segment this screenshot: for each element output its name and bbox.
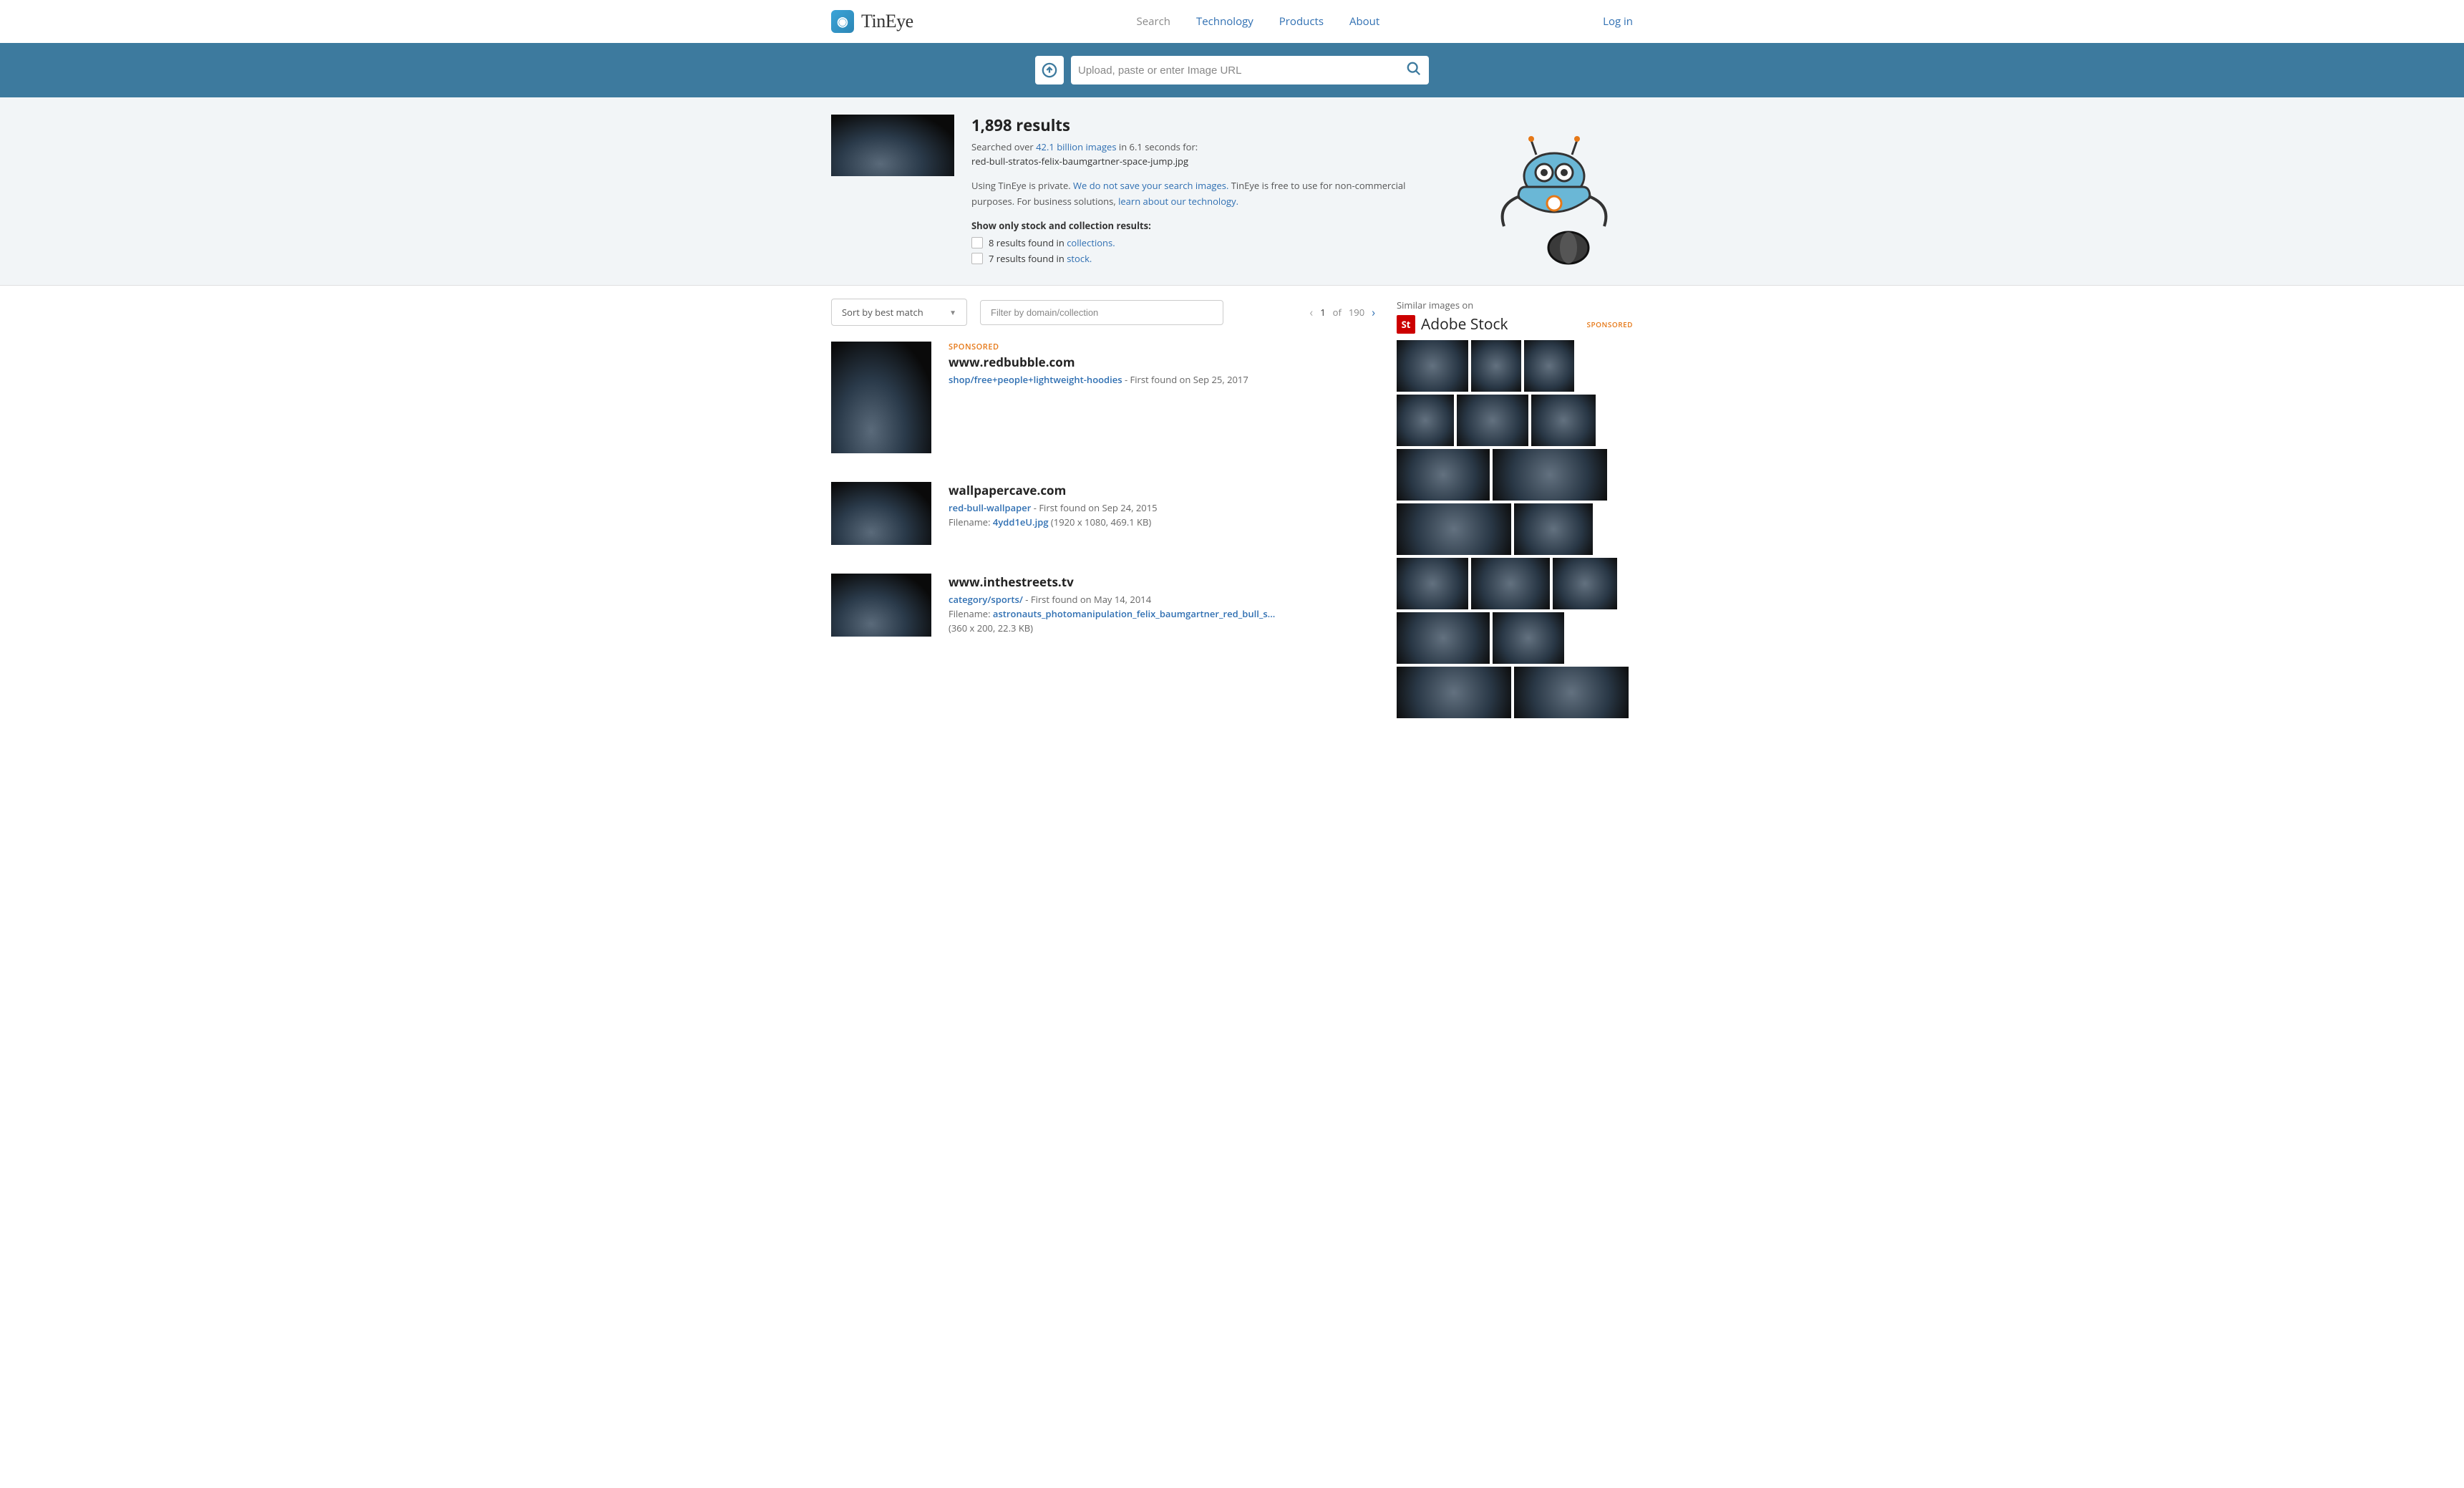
result-row: SPONSORED www.redbubble.com shop/free+peop… (831, 342, 1375, 453)
searched-line: Searched over 42.1 billion images in 6.1… (971, 139, 1415, 155)
collections-link[interactable]: collections. (1067, 236, 1115, 249)
result-row: wallpapercave.com red-bull-wallpaper - Fi… (831, 482, 1375, 545)
result-sponsored-tag: SPONSORED (949, 342, 1248, 352)
result-info: SPONSORED www.redbubble.com shop/free+peop… (949, 342, 1248, 453)
search-input[interactable] (1078, 64, 1406, 77)
stock-link[interactable]: stock. (1067, 252, 1092, 265)
similar-thumb[interactable] (1397, 503, 1511, 555)
similar-thumb[interactable] (1514, 667, 1629, 718)
chevron-down-icon: ▼ (949, 307, 956, 317)
upload-button[interactable] (1035, 56, 1064, 84)
pager-total: 190 (1349, 306, 1364, 319)
query-filename: red-bull-stratos-felix-baumgartner-space… (971, 155, 1415, 168)
login-link[interactable]: Log in (1603, 14, 1633, 29)
results-area: Sort by best match ▼ ‹ 1 of 190 › SPONSO… (802, 286, 1662, 747)
mascot-robot (1475, 119, 1633, 276)
result-domain[interactable]: wallpapercave.com (949, 482, 1158, 498)
result-domain[interactable]: www.redbubble.com (949, 354, 1248, 370)
adobe-stock-text: Adobe Stock (1421, 314, 1508, 334)
nav-technology[interactable]: Technology (1196, 14, 1253, 29)
domain-filter-input[interactable] (980, 300, 1223, 325)
privacy-link-nosave[interactable]: We do not save your search images. (1073, 179, 1228, 192)
summary-panel: 1,898 results Searched over 42.1 billion… (0, 97, 2464, 286)
similar-sidebar: Similar images on St Adobe Stock SPONSOR… (1397, 299, 1633, 718)
main-nav: Search Technology Products About (1137, 14, 1380, 29)
result-info: wallpapercave.com red-bull-wallpaper - Fi… (949, 482, 1158, 545)
similar-thumb[interactable] (1553, 558, 1617, 609)
similar-thumb[interactable] (1457, 395, 1528, 446)
search-input-wrap (1071, 56, 1429, 84)
results-heading: 1,898 results (971, 115, 1415, 136)
sort-dropdown[interactable]: Sort by best match ▼ (831, 299, 967, 326)
result-path-link[interactable]: shop/free+people+lightweight-hoodies (949, 373, 1122, 386)
pager-next[interactable]: › (1372, 304, 1375, 320)
upload-icon (1042, 62, 1057, 78)
result-dimensions: (360 x 200, 22.3 KB) (949, 622, 1033, 634)
pager: ‹ 1 of 190 › (1309, 304, 1375, 320)
filter-stock-checkbox[interactable] (971, 253, 983, 264)
similar-thumb[interactable] (1531, 395, 1596, 446)
filter-collections-checkbox[interactable] (971, 237, 983, 248)
logo[interactable]: ◉ TinEye (831, 10, 913, 33)
result-thumb[interactable] (831, 482, 931, 545)
similar-thumb[interactable] (1471, 340, 1521, 392)
similar-thumb[interactable] (1471, 558, 1550, 609)
pager-current: 1 (1320, 306, 1325, 319)
nav-about[interactable]: About (1349, 14, 1379, 29)
search-submit[interactable] (1406, 61, 1422, 80)
result-filename-line: Filename: astronauts_photomanipulation_f… (949, 607, 1275, 620)
adobe-stock-badge-icon: St (1397, 315, 1415, 334)
pager-of: of (1333, 306, 1342, 319)
similar-thumb[interactable] (1524, 340, 1574, 392)
filter-stock[interactable]: 7 results found in stock. (971, 252, 1415, 265)
result-path-link[interactable]: red-bull-wallpaper (949, 501, 1031, 514)
logo-icon: ◉ (831, 10, 854, 33)
result-info: www.inthestreets.tv category/sports/ - Fi… (949, 574, 1275, 637)
privacy-link-tech[interactable]: learn about our technology. (1118, 195, 1238, 208)
nav-products[interactable]: Products (1279, 14, 1324, 29)
result-domain[interactable]: www.inthestreets.tv (949, 574, 1275, 590)
filters-title: Show only stock and collection results: (971, 219, 1415, 232)
filter-collections[interactable]: 8 results found in collections. (971, 236, 1415, 249)
similar-thumb[interactable] (1397, 340, 1468, 392)
index-size-link[interactable]: 42.1 billion images (1036, 140, 1116, 153)
top-header: ◉ TinEye Search Technology Products Abou… (802, 0, 1662, 43)
similar-thumb[interactable] (1397, 558, 1468, 609)
similar-thumb[interactable] (1493, 449, 1607, 501)
logo-text: TinEye (861, 11, 913, 32)
similar-label: Similar images on (1397, 299, 1633, 311)
similar-thumb[interactable] (1397, 449, 1490, 501)
results-list: SPONSORED www.redbubble.com shop/free+peop… (831, 342, 1375, 637)
result-filename-link[interactable]: 4ydd1eU.jpg (993, 516, 1049, 528)
result-filename-link[interactable]: astronauts_photomanipulation_felix_baumg… (993, 607, 1275, 620)
result-thumb[interactable] (831, 342, 931, 453)
result-thumb[interactable] (831, 574, 931, 637)
similar-thumb[interactable] (1514, 503, 1593, 555)
result-row: www.inthestreets.tv category/sports/ - Fi… (831, 574, 1375, 637)
similar-thumb-grid (1397, 340, 1633, 718)
sidebar-sponsored-tag: SPONSORED (1586, 319, 1633, 329)
result-path-link[interactable]: category/sports/ (949, 593, 1023, 606)
result-path-line: shop/free+people+lightweight-hoodies - F… (949, 373, 1248, 386)
similar-thumb[interactable] (1397, 667, 1511, 718)
query-image-thumb[interactable] (831, 115, 954, 176)
pager-prev[interactable]: ‹ (1309, 304, 1313, 320)
result-filename-line: Filename: 4ydd1eU.jpg (1920 x 1080, 469.… (949, 516, 1158, 528)
search-icon (1406, 61, 1422, 77)
search-strip (0, 43, 2464, 97)
privacy-notice: Using TinEye is private. We do not save … (971, 178, 1415, 209)
results-controls: Sort by best match ▼ ‹ 1 of 190 › (831, 299, 1375, 326)
nav-search[interactable]: Search (1137, 14, 1171, 29)
similar-thumb[interactable] (1493, 612, 1564, 664)
result-first-found: - First found on Sep 25, 2017 (1122, 373, 1248, 386)
result-path-line: red-bull-wallpaper - First found on Sep … (949, 501, 1158, 514)
similar-thumb[interactable] (1397, 612, 1490, 664)
sort-label: Sort by best match (842, 306, 923, 319)
result-first-found: - First found on May 14, 2014 (1023, 593, 1151, 606)
result-path-line: category/sports/ - First found on May 14… (949, 593, 1275, 606)
result-dimensions: (1920 x 1080, 469.1 KB) (1049, 516, 1152, 528)
similar-thumb[interactable] (1397, 395, 1454, 446)
result-first-found: - First found on Sep 24, 2015 (1031, 501, 1157, 514)
adobe-stock-link[interactable]: St Adobe Stock (1397, 314, 1508, 334)
